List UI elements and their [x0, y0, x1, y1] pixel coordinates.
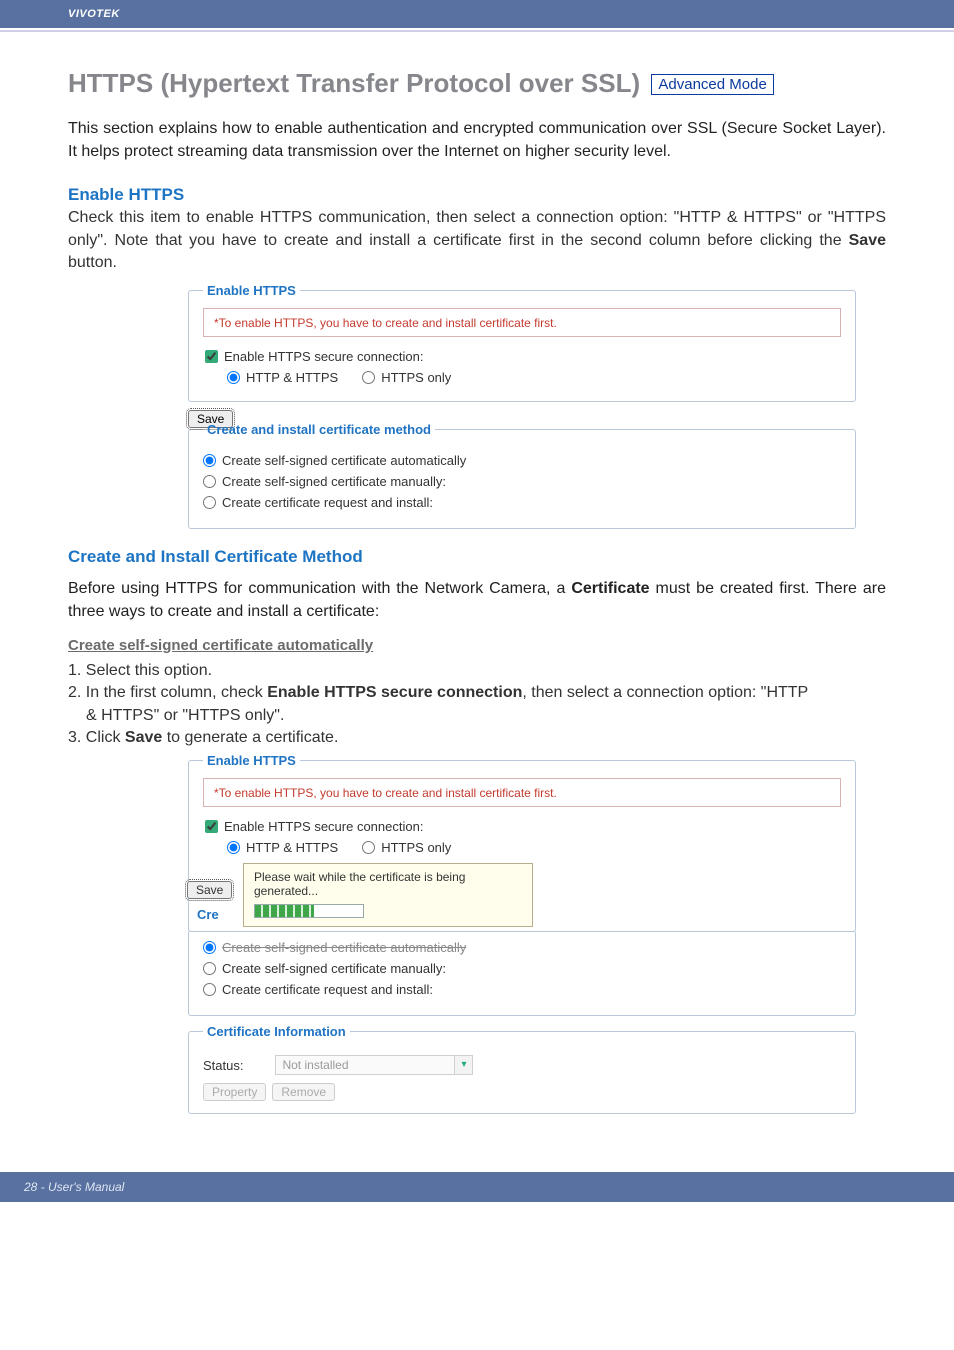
page-title: HTTPS (Hypertext Transfer Protocol over … [68, 68, 886, 99]
cre-truncated-label: Cre [197, 907, 219, 922]
enable-https-checkbox-label: Enable HTTPS secure connection: [224, 349, 423, 364]
create-method-panel: Create and install certificate method Cr… [188, 422, 856, 529]
footer-text: 28 - User's Manual [24, 1180, 124, 1194]
radio-manual[interactable] [203, 475, 216, 488]
notice-text: *To enable HTTPS, you have to create and… [214, 316, 557, 330]
radio-http-https-input-2[interactable] [227, 841, 240, 854]
radio-manual-label: Create self-signed certificate manually: [222, 474, 446, 489]
progress-fill [255, 905, 314, 917]
radio-request-label: Create certificate request and install: [222, 495, 433, 510]
create-method-panel-2: Create self-signed certificate automatic… [188, 930, 856, 1016]
create-install-heading: Create and Install Certificate Method [68, 547, 886, 567]
enable-https-panel-2: Enable HTTPS *To enable HTTPS, you have … [188, 753, 856, 932]
enable-https-heading: Enable HTTPS [68, 185, 886, 205]
chevron-down-icon: ▾ [455, 1055, 473, 1075]
radio-auto-label: Create self-signed certificate automatic… [222, 453, 466, 468]
radio-https-only[interactable]: HTTPS only [362, 370, 451, 385]
notice-text-2: *To enable HTTPS, you have to create and… [214, 786, 557, 800]
enable-https-notice-2: *To enable HTTPS, you have to create and… [203, 778, 841, 807]
radio-http-https-input[interactable] [227, 371, 240, 384]
brand-label: VIVOTEK [68, 8, 120, 20]
auto-steps-list: 1. Select this option. 2. In the first c… [68, 660, 886, 750]
enable-https-legend: Enable HTTPS [203, 283, 300, 298]
auto-sub-heading: Create self-signed certificate automatic… [68, 637, 886, 654]
header-bar: VIVOTEK [0, 0, 954, 28]
radio-request[interactable] [203, 496, 216, 509]
panel-group-1: Enable HTTPS *To enable HTTPS, you have … [68, 283, 886, 529]
panel-group-2: Enable HTTPS *To enable HTTPS, you have … [68, 753, 886, 1114]
loading-tooltip: Please wait while the certificate is bei… [243, 863, 533, 927]
enable-https-checkbox[interactable] [205, 350, 218, 363]
create-method-legend: Create and install certificate method [203, 422, 435, 437]
enable-https-checkbox-2[interactable] [205, 820, 218, 833]
status-label: Status: [203, 1058, 243, 1073]
save-button-loading[interactable]: Save [187, 881, 232, 899]
step-2: 2. In the first column, check Enable HTT… [68, 682, 886, 727]
radio-manual-label-2: Create self-signed certificate manually: [222, 961, 446, 976]
intro-paragraph: This section explains how to enable auth… [68, 117, 886, 163]
certificate-info-legend: Certificate Information [203, 1024, 350, 1039]
enable-https-checkbox-label-2: Enable HTTPS secure connection: [224, 819, 423, 834]
enable-https-panel: Enable HTTPS *To enable HTTPS, you have … [188, 283, 856, 402]
property-button[interactable]: Property [203, 1083, 266, 1101]
loading-overlay: Save Cre Please wait while the certifica… [187, 863, 841, 927]
enable-https-paragraph: Check this item to enable HTTPS communic… [68, 207, 886, 274]
page-content: HTTPS (Hypertext Transfer Protocol over … [0, 32, 954, 1172]
remove-button[interactable]: Remove [272, 1083, 335, 1101]
radio-request-label-2: Create certificate request and install: [222, 982, 433, 997]
step-3: 3. Click Save to generate a certificate. [68, 727, 886, 749]
progress-bar [254, 904, 364, 918]
certificate-info-panel: Certificate Information Status: ▾ Proper… [188, 1024, 856, 1114]
enable-https-notice: *To enable HTTPS, you have to create and… [203, 308, 841, 337]
loading-msg-1: Please wait while the certificate is bei… [254, 870, 522, 884]
radio-https-only-input-2[interactable] [362, 841, 375, 854]
radio-https-only-input[interactable] [362, 371, 375, 384]
status-field [275, 1055, 455, 1075]
radio-https-only-2[interactable]: HTTPS only [362, 840, 451, 855]
create-install-paragraph: Before using HTTPS for communication wit… [68, 577, 886, 623]
radio-manual-2[interactable] [203, 962, 216, 975]
radio-http-and-https[interactable]: HTTP & HTTPS [227, 370, 338, 385]
radio-auto[interactable] [203, 454, 216, 467]
page-footer: 28 - User's Manual [0, 1172, 954, 1202]
advanced-mode-badge: Advanced Mode [651, 74, 773, 95]
step-1: 1. Select this option. [68, 660, 886, 682]
radio-auto-label-strike: Create self-signed certificate automatic… [222, 940, 466, 955]
enable-https-legend-2: Enable HTTPS [203, 753, 300, 768]
title-main: HTTPS (Hypertext Transfer Protocol over … [68, 68, 640, 98]
loading-msg-2: generated... [254, 884, 522, 898]
radio-auto-2[interactable] [203, 941, 216, 954]
radio-request-2[interactable] [203, 983, 216, 996]
radio-http-and-https-2[interactable]: HTTP & HTTPS [227, 840, 338, 855]
